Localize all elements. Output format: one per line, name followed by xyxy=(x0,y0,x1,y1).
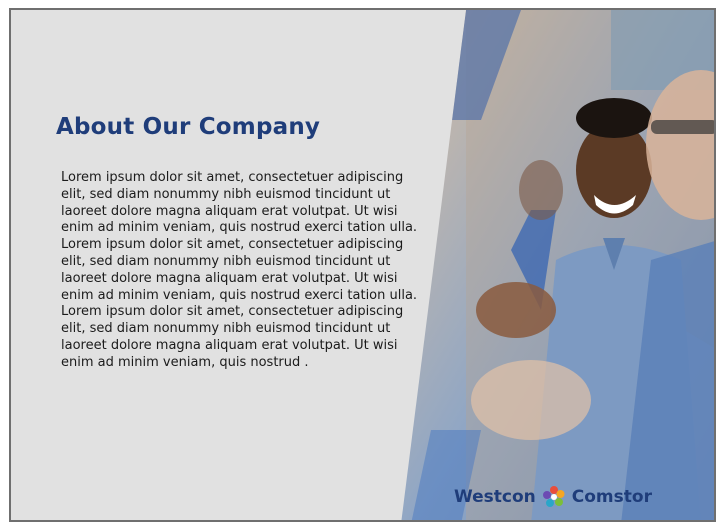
slide: About Our Company Lorem ipsum dolor sit … xyxy=(9,8,716,522)
body-paragraph-2: Lorem ipsum dolor sit amet, consectetuer… xyxy=(61,304,404,370)
logo-word-comstor: Comstor xyxy=(571,487,652,507)
body-paragraph-1: Lorem ipsum dolor sit amet, consectetuer… xyxy=(61,170,418,303)
westcon-comstor-logo: Westcon Comstor xyxy=(454,484,652,510)
page-title: About Our Company xyxy=(56,114,321,140)
logo-word-westcon: Westcon xyxy=(454,487,536,507)
body-text: Lorem ipsum dolor sit amet, consectetuer… xyxy=(61,170,429,372)
flower-logo-icon xyxy=(542,486,565,507)
